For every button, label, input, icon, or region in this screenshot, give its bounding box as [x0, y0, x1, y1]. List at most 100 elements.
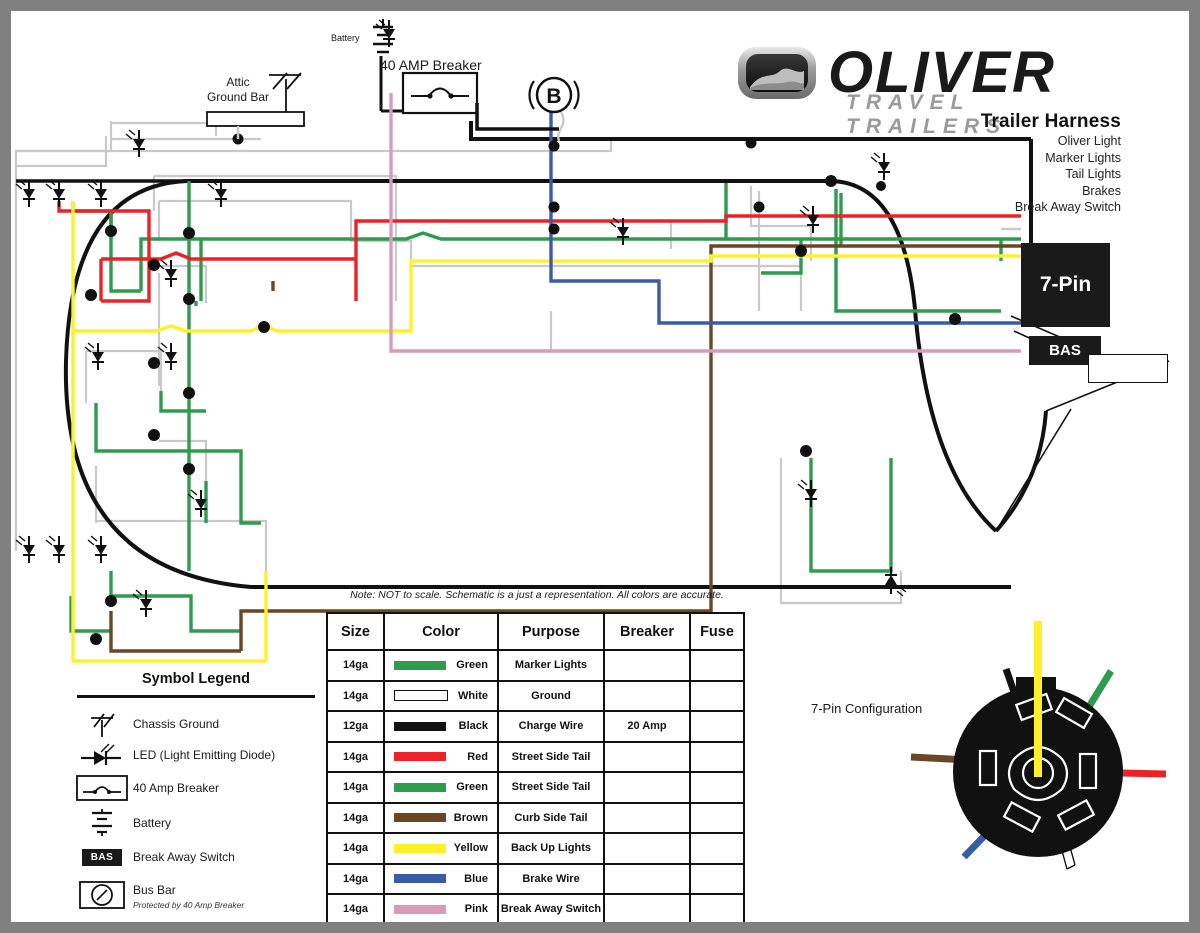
cell-fuse — [689, 862, 745, 895]
color-swatch-wrap: White — [385, 690, 497, 702]
bas-badge-text: BAS — [81, 848, 123, 866]
color-swatch-wrap: Yellow — [385, 842, 497, 854]
seven-pin-connector-box[interactable]: 7-Pin — [1021, 243, 1110, 327]
cell-fuse — [689, 649, 745, 682]
trailer-body-outline — [63, 179, 1170, 589]
cell-breaker — [603, 893, 691, 922]
symbol-legend-heading: Symbol Legend — [142, 671, 250, 687]
cell-breaker — [603, 862, 691, 895]
color-name: White — [458, 689, 488, 702]
color-name: Black — [458, 720, 488, 733]
color-swatch — [394, 690, 448, 702]
title-subtitle-0: Oliver Light — [1057, 134, 1121, 148]
legend-label-bus-bar-wrap: Bus Bar Protected by 40 Amp Breaker — [133, 881, 244, 910]
bas-plug-outline — [1088, 354, 1168, 383]
color-swatch-wrap: Green — [385, 781, 497, 793]
cell-size: 14ga — [326, 893, 385, 922]
cell-purpose: Charge Wire — [497, 710, 605, 743]
cell-breaker: 20 Amp — [603, 710, 691, 743]
cell-fuse — [689, 740, 745, 773]
cell-color: Brown — [383, 801, 499, 834]
breaker-icon — [71, 773, 133, 803]
table-row: 14ga Blue Brake Wire — [326, 862, 745, 895]
color-swatch-wrap: Green — [385, 659, 497, 671]
col-header-purpose: Purpose — [497, 612, 605, 651]
color-name: Red — [467, 750, 488, 763]
title-subtitle-4: Break Away Switch — [1014, 200, 1121, 214]
table-body: 14ga Green Marker Lights 14ga White Ground 12g… — [326, 649, 745, 922]
col-header-color: Color — [383, 612, 499, 651]
wire-specification-table: Size Color Purpose Breaker Fuse 14ga Gree… — [326, 612, 745, 922]
cell-breaker — [603, 649, 691, 682]
cell-breaker — [603, 832, 691, 865]
cell-purpose: Brake Wire — [497, 862, 605, 895]
svg-text:B: B — [546, 85, 561, 108]
cell-purpose: Street Side Tail — [497, 771, 605, 804]
legend-item-battery: Battery — [71, 806, 321, 840]
color-swatch-wrap: Red — [385, 751, 497, 763]
cell-size: 14ga — [326, 832, 385, 865]
attic-ground-bar-box — [206, 111, 305, 139]
cell-color: Black — [383, 710, 499, 743]
attic-ground-bar-label: Attic Ground Bar — [193, 75, 283, 105]
schematic-canvas: B OLIVER TRAVEL TRAILERS Trailer Harness… — [11, 11, 1189, 922]
cell-breaker — [603, 771, 691, 804]
color-swatch-wrap: Black — [385, 720, 497, 732]
bus-bar-symbol: B — [528, 76, 580, 142]
chassis-ground-icon — [71, 711, 133, 737]
battery-label: Battery — [331, 33, 360, 43]
legend-label-chassis-ground: Chassis Ground — [133, 716, 220, 731]
green-wires — [69, 181, 1003, 633]
color-swatch — [394, 721, 446, 731]
page-title: Trailer Harness — [980, 111, 1121, 132]
cell-color: Blue — [383, 862, 499, 895]
led-diode-icon — [71, 742, 133, 768]
cell-fuse — [689, 801, 745, 834]
cell-purpose: Marker Lights — [497, 649, 605, 682]
legend-item-chassis-ground: Chassis Ground — [71, 708, 321, 739]
color-name: Pink — [464, 903, 488, 916]
legend-item-bus-bar: Bus Bar Protected by 40 Amp Breaker — [71, 874, 321, 916]
seven-pin-connector-label: 7-Pin — [1039, 273, 1092, 296]
legend-item-led: LED (Light Emitting Diode) — [71, 739, 321, 770]
cell-color: Red — [383, 740, 499, 773]
table-row: 12ga Black Charge Wire 20 Amp — [326, 710, 745, 743]
table-row: 14ga Yellow Back Up Lights — [326, 832, 745, 865]
title-block: Trailer Harness Oliver Light Marker Ligh… — [821, 111, 1121, 216]
cell-breaker — [603, 679, 691, 712]
cell-color: Green — [383, 771, 499, 804]
color-swatch — [394, 813, 446, 823]
diagram-note: Note: NOT to scale. Schematic is a just … — [350, 589, 724, 601]
legend-label-break-away-switch: Break Away Switch — [133, 850, 235, 864]
color-name: Green — [456, 781, 488, 794]
attic-ground-bar-label-line2: Ground Bar — [206, 90, 270, 104]
cell-purpose: Ground — [497, 679, 605, 712]
schematic-page: B OLIVER TRAVEL TRAILERS Trailer Harness… — [0, 0, 1200, 933]
legend-label-battery: Battery — [133, 816, 172, 830]
color-swatch — [394, 782, 446, 792]
cell-breaker — [603, 801, 691, 834]
breaker-40amp-box — [401, 71, 559, 131]
cell-color: White — [383, 679, 499, 712]
color-swatch — [394, 660, 446, 670]
symbol-legend: Symbol Legend Chassis Ground LED (Light … — [71, 671, 321, 916]
symbol-legend-divider — [77, 695, 315, 698]
cell-purpose: Curb Side Tail — [497, 801, 605, 834]
table-row: 14ga Green Street Side Tail — [326, 771, 745, 804]
title-subtitle-3: Brakes — [1082, 183, 1121, 198]
bas-badge-icon: BAS — [71, 848, 133, 866]
attic-ground-bar-label-line1: Attic — [226, 75, 250, 89]
cell-size: 14ga — [326, 862, 385, 895]
table-row: 14ga Brown Curb Side Tail — [326, 801, 745, 834]
color-swatch — [394, 904, 446, 914]
cell-size: 14ga — [326, 771, 385, 804]
cell-purpose: Break Away Switch — [497, 893, 605, 922]
seven-pin-bundle — [1001, 214, 1021, 325]
color-name: Yellow — [453, 842, 488, 855]
cell-color: Yellow — [383, 832, 499, 865]
color-swatch — [394, 843, 446, 853]
color-swatch-wrap: Pink — [385, 903, 497, 915]
cell-fuse — [689, 893, 745, 922]
legend-item-break-away-switch: BAS Break Away Switch — [71, 840, 321, 874]
table-row: 14ga Pink Break Away Switch — [326, 893, 745, 922]
